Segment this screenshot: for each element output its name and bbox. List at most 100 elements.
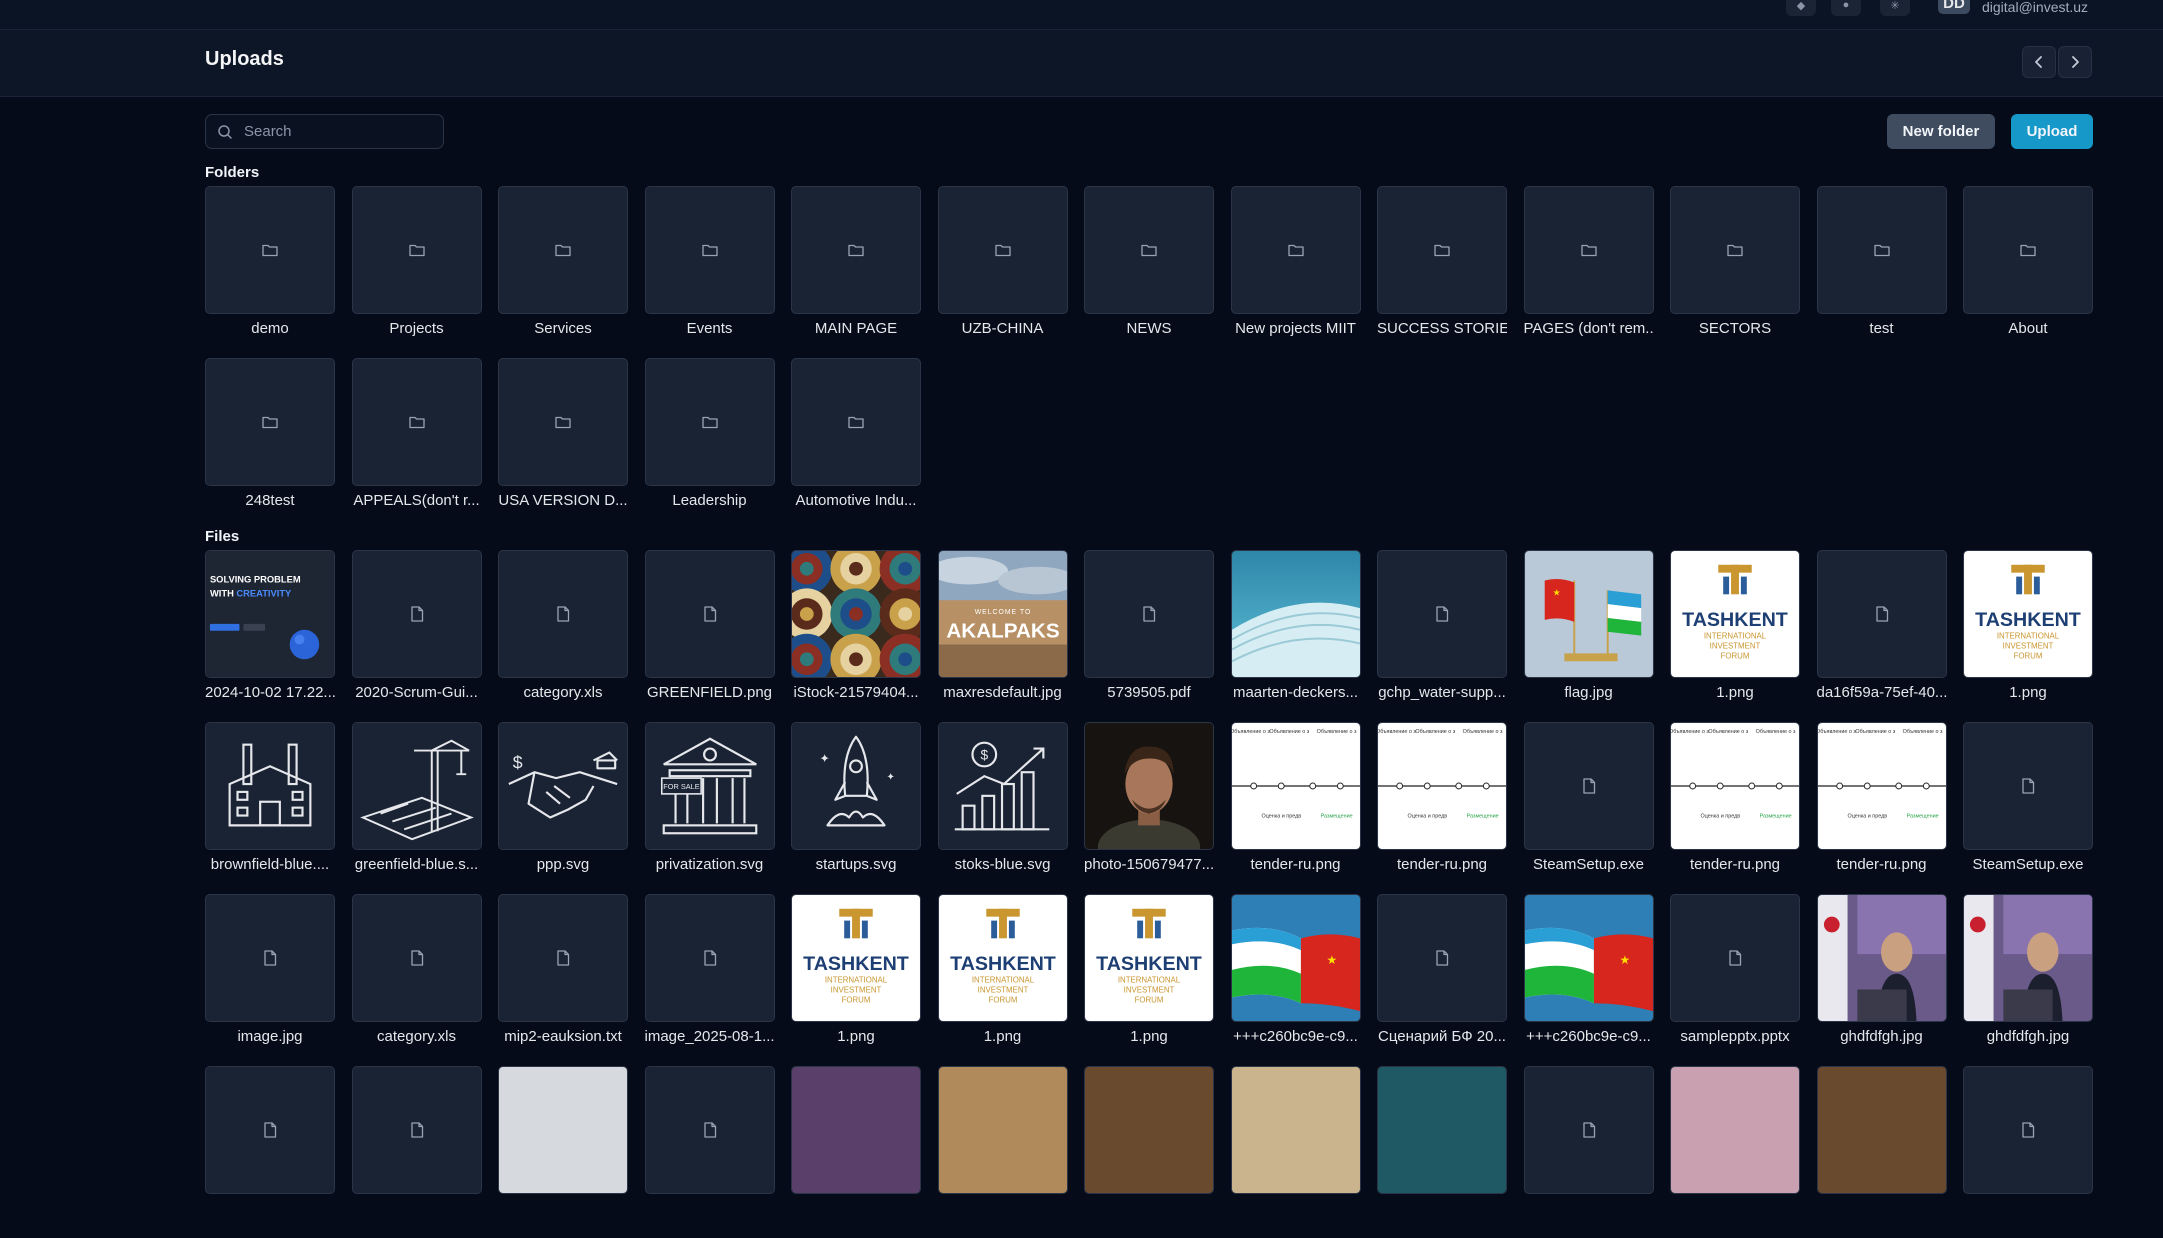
- file-tile[interactable]: TASHKENT INTERNATIONAL INVESTMENT FORUM …: [937, 894, 1068, 1066]
- file-tile[interactable]: iStock-21579404...: [791, 550, 921, 722]
- file-tile[interactable]: ★ +++c260bc9e-c9...: [1523, 894, 1654, 1066]
- folder-tile[interactable]: 248test: [205, 358, 335, 530]
- file-thumb[interactable]: TASHKENT INTERNATIONAL INVESTMENT FORUM: [1963, 550, 2093, 678]
- file-thumb[interactable]: [1084, 722, 1214, 850]
- file-thumb[interactable]: $: [937, 722, 1068, 850]
- file-thumb[interactable]: [1230, 1066, 1361, 1194]
- file-thumb[interactable]: [498, 894, 628, 1022]
- file-tile[interactable]: [644, 1066, 775, 1238]
- folder-tile[interactable]: PAGES (don't rem...: [1523, 186, 1654, 358]
- folder-tile[interactable]: SECTORS: [1670, 186, 1800, 358]
- file-thumb[interactable]: Объявление о з Объявление о з Объявление о…: [1230, 722, 1361, 850]
- file-thumb[interactable]: [791, 1066, 921, 1194]
- folder-thumb[interactable]: [1084, 186, 1214, 314]
- upload-button[interactable]: Upload: [2011, 114, 2093, 149]
- avatar[interactable]: DD: [1938, 0, 1970, 14]
- folder-thumb[interactable]: [1523, 186, 1654, 314]
- file-thumb[interactable]: Объявление о з Объявление о з Объявление о…: [1816, 722, 1947, 850]
- file-tile[interactable]: GREENFIELD.png: [644, 550, 775, 722]
- folder-tile[interactable]: SUCCESS STORIES: [1377, 186, 1507, 358]
- file-thumb[interactable]: [644, 550, 775, 678]
- file-thumb[interactable]: TASHKENT INTERNATIONAL INVESTMENT FORUM: [1084, 894, 1214, 1022]
- file-tile[interactable]: [937, 1066, 1068, 1238]
- folder-thumb[interactable]: [1230, 186, 1361, 314]
- file-tile[interactable]: da16f59a-75ef-40...: [1816, 550, 1947, 722]
- file-thumb[interactable]: [351, 722, 482, 850]
- file-thumb[interactable]: $: [498, 722, 628, 850]
- file-thumb[interactable]: [205, 894, 335, 1022]
- file-tile[interactable]: Объявление о з Объявление о з Объявление о…: [1670, 722, 1800, 894]
- file-tile[interactable]: [1816, 1066, 1947, 1238]
- folder-thumb[interactable]: [791, 358, 921, 486]
- file-thumb[interactable]: [205, 722, 335, 850]
- file-thumb[interactable]: [644, 1066, 775, 1194]
- forward-button[interactable]: [2058, 46, 2092, 78]
- new-folder-button[interactable]: New folder: [1887, 114, 1995, 149]
- file-tile[interactable]: [1084, 1066, 1214, 1238]
- folder-tile[interactable]: NEWS: [1084, 186, 1214, 358]
- theme-icon[interactable]: ●: [1831, 0, 1861, 16]
- file-thumb[interactable]: ✦ ✦: [791, 722, 921, 850]
- file-tile[interactable]: SteamSetup.exe: [1523, 722, 1654, 894]
- file-thumb[interactable]: ★: [1523, 894, 1654, 1022]
- file-tile[interactable]: [351, 1066, 482, 1238]
- file-thumb[interactable]: [351, 550, 482, 678]
- file-tile[interactable]: WELCOME TO AKALPAKS maxresdefault.jpg: [937, 550, 1068, 722]
- folder-thumb[interactable]: [351, 358, 482, 486]
- file-thumb[interactable]: [351, 1066, 482, 1194]
- file-tile[interactable]: ghdfdfgh.jpg: [1816, 894, 1947, 1066]
- file-tile[interactable]: Объявление о з Объявление о з Объявление о…: [1816, 722, 1947, 894]
- file-thumb[interactable]: SOLVING PROBLEM WITH CREATIVITY: [205, 550, 335, 678]
- file-thumb[interactable]: [1377, 550, 1507, 678]
- file-tile[interactable]: FOR SALE privatization.svg: [644, 722, 775, 894]
- folder-thumb[interactable]: [351, 186, 482, 314]
- folder-tile[interactable]: About: [1963, 186, 2093, 358]
- folder-thumb[interactable]: [644, 186, 775, 314]
- file-tile[interactable]: Сценарий БФ 20...: [1377, 894, 1507, 1066]
- file-tile[interactable]: SteamSetup.exe: [1963, 722, 2093, 894]
- file-thumb[interactable]: [205, 1066, 335, 1194]
- file-thumb[interactable]: [1377, 894, 1507, 1022]
- file-tile[interactable]: [205, 1066, 335, 1238]
- file-thumb[interactable]: [1816, 1066, 1947, 1194]
- file-thumb[interactable]: [498, 1066, 628, 1194]
- file-tile[interactable]: samplepptx.pptx: [1670, 894, 1800, 1066]
- file-thumb[interactable]: TASHKENT INTERNATIONAL INVESTMENT FORUM: [791, 894, 921, 1022]
- file-tile[interactable]: $ ppp.svg: [498, 722, 628, 894]
- file-thumb[interactable]: [1377, 1066, 1507, 1194]
- folder-thumb[interactable]: [1377, 186, 1507, 314]
- folder-tile[interactable]: Automotive Indu...: [791, 358, 921, 530]
- file-tile[interactable]: [1670, 1066, 1800, 1238]
- file-tile[interactable]: maarten-deckers...: [1230, 550, 1361, 722]
- folder-tile[interactable]: test: [1816, 186, 1947, 358]
- file-tile[interactable]: SOLVING PROBLEM WITH CREATIVITY 2024-10-…: [205, 550, 335, 722]
- file-tile[interactable]: brownfield-blue....: [205, 722, 335, 894]
- file-tile[interactable]: ghdfdfgh.jpg: [1963, 894, 2093, 1066]
- file-thumb[interactable]: WELCOME TO AKALPAKS: [937, 550, 1068, 678]
- file-tile[interactable]: [1963, 1066, 2093, 1238]
- file-thumb[interactable]: [351, 894, 482, 1022]
- folder-thumb[interactable]: [1670, 186, 1800, 314]
- file-tile[interactable]: 5739505.pdf: [1084, 550, 1214, 722]
- file-tile[interactable]: TASHKENT INTERNATIONAL INVESTMENT FORUM …: [1084, 894, 1214, 1066]
- folder-tile[interactable]: Services: [498, 186, 628, 358]
- file-thumb[interactable]: [937, 1066, 1068, 1194]
- folder-tile[interactable]: MAIN PAGE: [791, 186, 921, 358]
- folder-tile[interactable]: Events: [644, 186, 775, 358]
- file-tile[interactable]: gchp_water-supp...: [1377, 550, 1507, 722]
- file-thumb[interactable]: [1963, 894, 2093, 1022]
- file-tile[interactable]: TASHKENT INTERNATIONAL INVESTMENT FORUM …: [1670, 550, 1800, 722]
- file-thumb[interactable]: [1523, 722, 1654, 850]
- file-thumb[interactable]: [1670, 894, 1800, 1022]
- file-thumb[interactable]: [1084, 550, 1214, 678]
- file-tile[interactable]: [1523, 1066, 1654, 1238]
- file-tile[interactable]: image.jpg: [205, 894, 335, 1066]
- folder-tile[interactable]: APPEALS(don't r...: [351, 358, 482, 530]
- folder-tile[interactable]: Projects: [351, 186, 482, 358]
- file-tile[interactable]: [791, 1066, 921, 1238]
- file-tile[interactable]: TASHKENT INTERNATIONAL INVESTMENT FORUM …: [1963, 550, 2093, 722]
- folder-thumb[interactable]: [1816, 186, 1947, 314]
- file-tile[interactable]: [1377, 1066, 1507, 1238]
- folder-tile[interactable]: demo: [205, 186, 335, 358]
- file-thumb[interactable]: [644, 894, 775, 1022]
